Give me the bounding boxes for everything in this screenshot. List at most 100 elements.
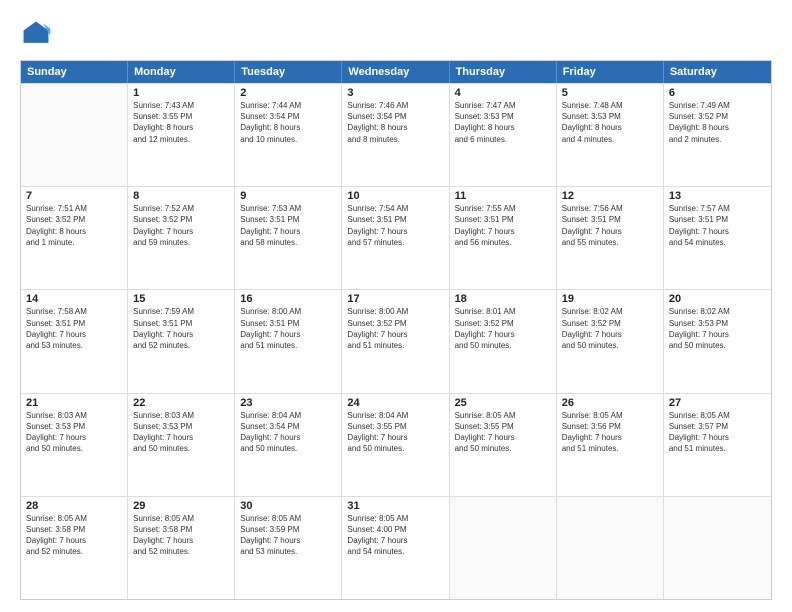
day-cell-11: 11Sunrise: 7:55 AM Sunset: 3:51 PM Dayli… xyxy=(450,187,557,289)
day-info: Sunrise: 8:02 AM Sunset: 3:53 PM Dayligh… xyxy=(669,306,766,351)
day-info: Sunrise: 8:00 AM Sunset: 3:52 PM Dayligh… xyxy=(347,306,443,351)
day-cell-13: 13Sunrise: 7:57 AM Sunset: 3:51 PM Dayli… xyxy=(664,187,771,289)
calendar-header: SundayMondayTuesdayWednesdayThursdayFrid… xyxy=(21,61,771,83)
day-number: 2 xyxy=(240,87,336,99)
day-cell-27: 27Sunrise: 8:05 AM Sunset: 3:57 PM Dayli… xyxy=(664,394,771,496)
day-cell-31: 31Sunrise: 8:05 AM Sunset: 4:00 PM Dayli… xyxy=(342,497,449,599)
day-number: 25 xyxy=(455,397,551,409)
day-cell-3: 3Sunrise: 7:46 AM Sunset: 3:54 PM Daylig… xyxy=(342,84,449,186)
day-info: Sunrise: 7:54 AM Sunset: 3:51 PM Dayligh… xyxy=(347,203,443,248)
day-header-wednesday: Wednesday xyxy=(342,61,449,83)
day-info: Sunrise: 8:03 AM Sunset: 3:53 PM Dayligh… xyxy=(26,410,122,455)
day-info: Sunrise: 8:05 AM Sunset: 3:59 PM Dayligh… xyxy=(240,513,336,558)
day-number: 6 xyxy=(669,87,766,99)
day-info: Sunrise: 7:46 AM Sunset: 3:54 PM Dayligh… xyxy=(347,100,443,145)
day-info: Sunrise: 8:01 AM Sunset: 3:52 PM Dayligh… xyxy=(455,306,551,351)
day-cell-19: 19Sunrise: 8:02 AM Sunset: 3:52 PM Dayli… xyxy=(557,290,664,392)
day-cell-12: 12Sunrise: 7:56 AM Sunset: 3:51 PM Dayli… xyxy=(557,187,664,289)
empty-cell xyxy=(557,497,664,599)
day-number: 4 xyxy=(455,87,551,99)
calendar: SundayMondayTuesdayWednesdayThursdayFrid… xyxy=(20,60,772,600)
calendar-row-5: 28Sunrise: 8:05 AM Sunset: 3:58 PM Dayli… xyxy=(21,496,771,599)
day-number: 31 xyxy=(347,500,443,512)
day-cell-25: 25Sunrise: 8:05 AM Sunset: 3:55 PM Dayli… xyxy=(450,394,557,496)
day-number: 5 xyxy=(562,87,658,99)
header xyxy=(20,18,772,50)
day-cell-23: 23Sunrise: 8:04 AM Sunset: 3:54 PM Dayli… xyxy=(235,394,342,496)
day-number: 10 xyxy=(347,190,443,202)
day-header-tuesday: Tuesday xyxy=(235,61,342,83)
day-info: Sunrise: 7:55 AM Sunset: 3:51 PM Dayligh… xyxy=(455,203,551,248)
day-number: 13 xyxy=(669,190,766,202)
day-cell-22: 22Sunrise: 8:03 AM Sunset: 3:53 PM Dayli… xyxy=(128,394,235,496)
day-number: 16 xyxy=(240,293,336,305)
day-info: Sunrise: 8:03 AM Sunset: 3:53 PM Dayligh… xyxy=(133,410,229,455)
day-cell-15: 15Sunrise: 7:59 AM Sunset: 3:51 PM Dayli… xyxy=(128,290,235,392)
day-number: 28 xyxy=(26,500,122,512)
day-cell-17: 17Sunrise: 8:00 AM Sunset: 3:52 PM Dayli… xyxy=(342,290,449,392)
day-number: 29 xyxy=(133,500,229,512)
day-cell-5: 5Sunrise: 7:48 AM Sunset: 3:53 PM Daylig… xyxy=(557,84,664,186)
empty-cell xyxy=(664,497,771,599)
day-cell-26: 26Sunrise: 8:05 AM Sunset: 3:56 PM Dayli… xyxy=(557,394,664,496)
empty-cell xyxy=(21,84,128,186)
day-cell-9: 9Sunrise: 7:53 AM Sunset: 3:51 PM Daylig… xyxy=(235,187,342,289)
day-cell-21: 21Sunrise: 8:03 AM Sunset: 3:53 PM Dayli… xyxy=(21,394,128,496)
day-info: Sunrise: 8:05 AM Sunset: 3:58 PM Dayligh… xyxy=(26,513,122,558)
day-info: Sunrise: 8:02 AM Sunset: 3:52 PM Dayligh… xyxy=(562,306,658,351)
day-info: Sunrise: 7:44 AM Sunset: 3:54 PM Dayligh… xyxy=(240,100,336,145)
day-cell-29: 29Sunrise: 8:05 AM Sunset: 3:58 PM Dayli… xyxy=(128,497,235,599)
day-info: Sunrise: 8:05 AM Sunset: 3:58 PM Dayligh… xyxy=(133,513,229,558)
day-number: 7 xyxy=(26,190,122,202)
day-cell-18: 18Sunrise: 8:01 AM Sunset: 3:52 PM Dayli… xyxy=(450,290,557,392)
day-cell-7: 7Sunrise: 7:51 AM Sunset: 3:52 PM Daylig… xyxy=(21,187,128,289)
day-number: 19 xyxy=(562,293,658,305)
day-info: Sunrise: 8:05 AM Sunset: 4:00 PM Dayligh… xyxy=(347,513,443,558)
day-header-thursday: Thursday xyxy=(450,61,557,83)
day-number: 11 xyxy=(455,190,551,202)
day-cell-1: 1Sunrise: 7:43 AM Sunset: 3:55 PM Daylig… xyxy=(128,84,235,186)
day-number: 20 xyxy=(669,293,766,305)
day-cell-10: 10Sunrise: 7:54 AM Sunset: 3:51 PM Dayli… xyxy=(342,187,449,289)
day-info: Sunrise: 7:49 AM Sunset: 3:52 PM Dayligh… xyxy=(669,100,766,145)
day-info: Sunrise: 7:51 AM Sunset: 3:52 PM Dayligh… xyxy=(26,203,122,248)
day-cell-16: 16Sunrise: 8:00 AM Sunset: 3:51 PM Dayli… xyxy=(235,290,342,392)
day-number: 27 xyxy=(669,397,766,409)
day-number: 1 xyxy=(133,87,229,99)
day-number: 15 xyxy=(133,293,229,305)
day-info: Sunrise: 7:53 AM Sunset: 3:51 PM Dayligh… xyxy=(240,203,336,248)
day-info: Sunrise: 7:59 AM Sunset: 3:51 PM Dayligh… xyxy=(133,306,229,351)
day-cell-8: 8Sunrise: 7:52 AM Sunset: 3:52 PM Daylig… xyxy=(128,187,235,289)
day-cell-6: 6Sunrise: 7:49 AM Sunset: 3:52 PM Daylig… xyxy=(664,84,771,186)
empty-cell xyxy=(450,497,557,599)
day-info: Sunrise: 8:05 AM Sunset: 3:56 PM Dayligh… xyxy=(562,410,658,455)
day-info: Sunrise: 8:05 AM Sunset: 3:57 PM Dayligh… xyxy=(669,410,766,455)
calendar-row-2: 7Sunrise: 7:51 AM Sunset: 3:52 PM Daylig… xyxy=(21,186,771,289)
day-cell-4: 4Sunrise: 7:47 AM Sunset: 3:53 PM Daylig… xyxy=(450,84,557,186)
calendar-body: 1Sunrise: 7:43 AM Sunset: 3:55 PM Daylig… xyxy=(21,83,771,599)
day-number: 30 xyxy=(240,500,336,512)
day-header-sunday: Sunday xyxy=(21,61,128,83)
day-number: 21 xyxy=(26,397,122,409)
calendar-row-3: 14Sunrise: 7:58 AM Sunset: 3:51 PM Dayli… xyxy=(21,289,771,392)
day-number: 22 xyxy=(133,397,229,409)
day-cell-2: 2Sunrise: 7:44 AM Sunset: 3:54 PM Daylig… xyxy=(235,84,342,186)
day-number: 14 xyxy=(26,293,122,305)
day-info: Sunrise: 7:48 AM Sunset: 3:53 PM Dayligh… xyxy=(562,100,658,145)
day-number: 8 xyxy=(133,190,229,202)
day-info: Sunrise: 7:57 AM Sunset: 3:51 PM Dayligh… xyxy=(669,203,766,248)
day-header-saturday: Saturday xyxy=(664,61,771,83)
day-header-friday: Friday xyxy=(557,61,664,83)
day-number: 3 xyxy=(347,87,443,99)
day-number: 24 xyxy=(347,397,443,409)
day-header-monday: Monday xyxy=(128,61,235,83)
day-number: 12 xyxy=(562,190,658,202)
day-number: 18 xyxy=(455,293,551,305)
day-info: Sunrise: 7:58 AM Sunset: 3:51 PM Dayligh… xyxy=(26,306,122,351)
day-number: 23 xyxy=(240,397,336,409)
day-info: Sunrise: 8:04 AM Sunset: 3:54 PM Dayligh… xyxy=(240,410,336,455)
day-number: 17 xyxy=(347,293,443,305)
day-number: 9 xyxy=(240,190,336,202)
day-cell-28: 28Sunrise: 8:05 AM Sunset: 3:58 PM Dayli… xyxy=(21,497,128,599)
page: SundayMondayTuesdayWednesdayThursdayFrid… xyxy=(0,0,792,612)
